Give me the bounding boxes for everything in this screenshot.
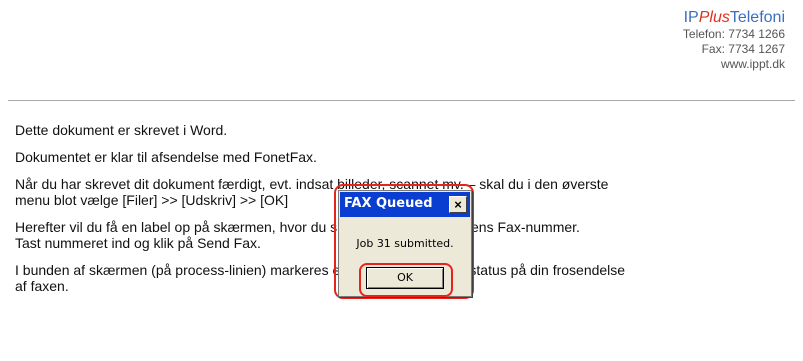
dialog-title: FAX Queued — [344, 196, 433, 211]
brand-suffix: Telefoni — [729, 9, 785, 26]
fax-number: Fax: 7734 1267 — [701, 42, 785, 56]
header-divider — [8, 100, 795, 101]
document-page: IPPlusTelefoni Telefon: 7734 1266 Fax: 7… — [0, 0, 803, 361]
paragraph: Dette dokument er skrevet i Word. — [15, 122, 228, 138]
company-logo: IPPlusTelefoni — [683, 9, 785, 27]
paragraph: Dokumentet er klar til afsendelse med Fo… — [15, 149, 317, 165]
website: www.ippt.dk — [720, 57, 785, 71]
dialog-titlebar[interactable]: FAX Queued × — [340, 192, 470, 217]
dialog-message: Job 31 submitted. — [356, 237, 454, 250]
ok-button-highlight — [359, 263, 453, 297]
letterhead: IPPlusTelefoni Telefon: 7734 1266 Fax: 7… — [683, 9, 785, 72]
brand-prefix: IP — [683, 9, 699, 26]
close-icon[interactable]: × — [449, 196, 467, 213]
brand-plus: Plus — [698, 9, 730, 26]
phone-number: Telefon: 7734 1266 — [682, 27, 785, 41]
